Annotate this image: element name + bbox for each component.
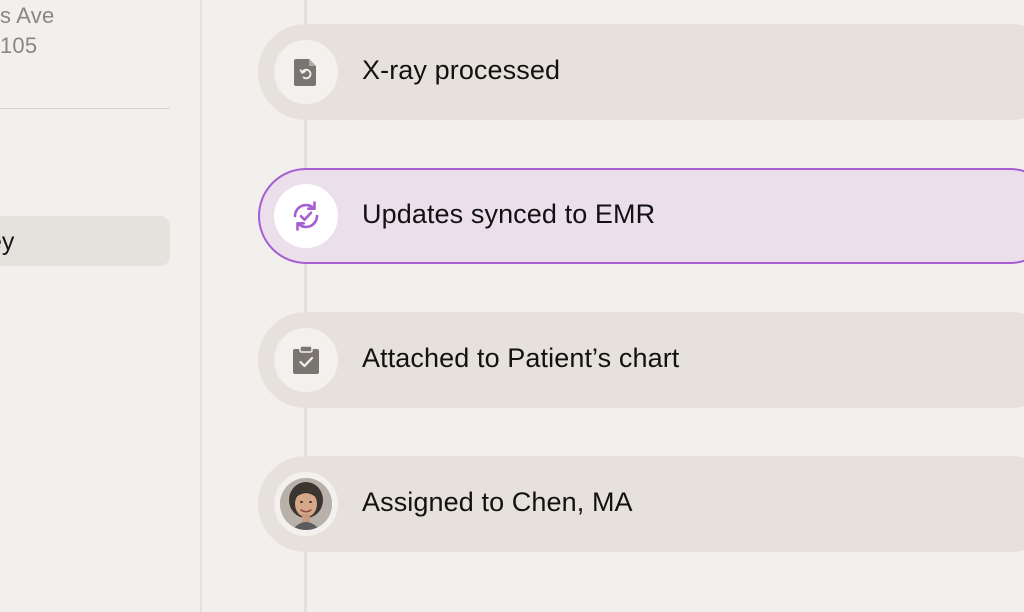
event-label: X-ray processed: [362, 55, 561, 85]
event-icon-badge: [274, 472, 338, 536]
sidebar-item-active[interactable]: ey: [0, 216, 170, 266]
timeline-event-assigned-to-chen[interactable]: Assigned to Chen, MA: [258, 456, 1024, 552]
address-line-2: 105: [0, 33, 38, 58]
event-label: Updates synced to EMR: [362, 199, 656, 229]
event-icon-badge: [274, 184, 338, 248]
event-label: Attached to Patient’s chart: [362, 343, 680, 373]
sidebar-divider: [0, 108, 170, 109]
sync-check-icon: [293, 201, 319, 231]
clipboard-check-icon: [293, 345, 319, 374]
document-refresh-icon: [294, 59, 316, 86]
timeline-event-xray-processed[interactable]: X-ray processed: [258, 24, 1024, 120]
sidebar-item-label: ey: [0, 228, 15, 256]
event-icon-badge: [274, 40, 338, 104]
timeline-event-synced-to-emr[interactable]: Updates synced to EMR: [258, 168, 1024, 264]
sidebar: s Ave 105 ey: [0, 0, 202, 612]
event-label: Assigned to Chen, MA: [362, 487, 633, 517]
timeline-event-attached-to-chart[interactable]: Attached to Patient’s chart: [258, 312, 1024, 408]
event-icon-badge: [274, 328, 338, 392]
avatar: [280, 478, 332, 530]
address-line-1: s Ave: [0, 3, 55, 28]
